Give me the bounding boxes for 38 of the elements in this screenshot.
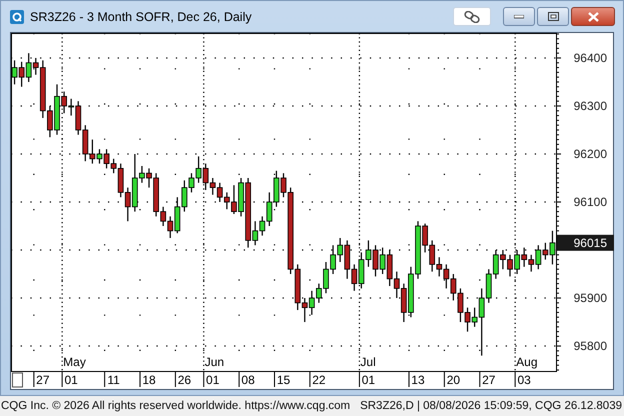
app-icon [10,10,24,24]
date-label: 01 [206,373,220,387]
date-label: 27 [36,373,50,387]
minimize-button[interactable] [503,7,535,26]
minimize-icon [514,14,524,18]
date-label: 15 [276,373,290,387]
close-button[interactable] [571,7,615,26]
month-label: May [63,355,86,369]
date-label: 22 [312,373,326,387]
date-label: 26 [178,373,192,387]
maximize-button[interactable] [537,7,569,26]
price-label: 96400 [574,50,607,65]
last-price-tag: 96015 [557,234,614,251]
price-label: 96200 [574,147,607,161]
date-label: 18 [142,373,156,387]
price-label: 96100 [574,195,607,209]
date-label: 13 [411,373,425,387]
date-label: 03 [517,373,531,387]
date-label: 20 [446,373,460,387]
month-label: Jul [360,355,376,369]
price-label: 95900 [574,291,607,306]
date-label: 01 [362,373,376,387]
scroll-handle[interactable] [12,372,23,388]
close-icon [588,12,598,22]
price-label: 96300 [574,98,607,113]
date-label: 11 [107,373,120,387]
window-title: SR3Z26 - 3 Month SOFR, Dec 26, Daily [30,10,253,24]
link-button[interactable] [453,7,491,26]
maximize-icon [548,12,558,21]
price-label: 95800 [574,339,607,354]
date-label: 27 [482,373,496,387]
month-label: Aug [516,355,538,369]
date-label: 08 [241,373,255,387]
date-label: 01 [64,373,78,387]
month-label: Jun [204,355,224,369]
chain-link-icon [464,10,480,22]
status-info: SR3Z26,D | 08/08/2026 15:09:59, CQG 26.12.8039 [360,400,622,412]
copyright-text: CQG Inc. © 2026 All rights reserved worldwide. https://www.cqg.com [1,400,350,412]
